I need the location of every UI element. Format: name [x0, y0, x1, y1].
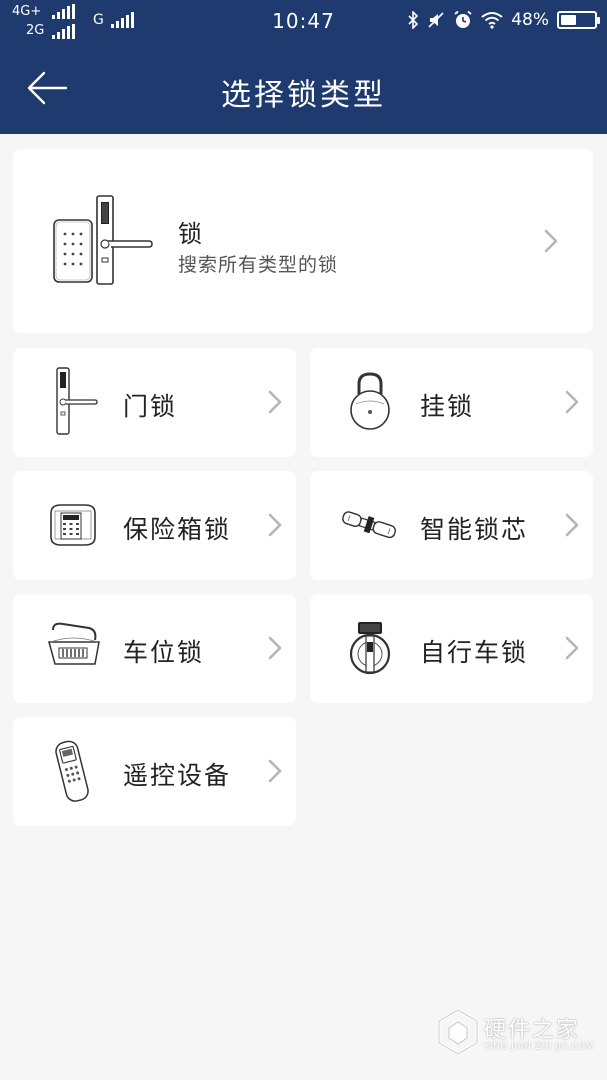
door-lock-icon: [56, 367, 98, 435]
safe-lock-icon: [50, 504, 96, 546]
category-bike-lock[interactable]: 自行车锁: [310, 594, 593, 703]
category-label: 智能锁芯: [420, 515, 529, 544]
watermark-text: 硬件之家: [484, 1018, 581, 1043]
chevron-right-icon: [565, 636, 579, 660]
category-lock-cylinder[interactable]: 智能锁芯: [310, 471, 593, 580]
battery-icon: [557, 11, 600, 29]
parking-lock-icon: [48, 622, 100, 665]
alarm-icon: [454, 10, 472, 28]
watermark-logo-icon: [437, 1008, 479, 1056]
chevron-right-icon: [544, 229, 558, 253]
lock-all-card[interactable]: 锁 搜索所有类型的锁: [13, 149, 593, 333]
category-label: 门锁: [123, 392, 178, 421]
category-label: 遥控设备: [123, 761, 232, 790]
bluetooth-icon: [408, 11, 419, 29]
category-door-lock[interactable]: 门锁: [13, 348, 296, 457]
category-label: 车位锁: [123, 638, 205, 667]
category-safe-lock[interactable]: 保险箱锁: [13, 471, 296, 580]
mute-icon: [428, 12, 444, 28]
door-lock-keypad-icon: [53, 195, 153, 285]
category-padlock[interactable]: 挂锁: [310, 348, 593, 457]
category-remote-control[interactable]: 遥控设备: [13, 717, 296, 826]
padlock-icon: [350, 372, 390, 430]
title-bar: 选择锁类型: [0, 40, 607, 134]
chevron-right-icon: [268, 390, 282, 414]
category-label: 自行车锁: [420, 638, 529, 667]
page-title: 选择锁类型: [221, 78, 386, 113]
status-bar: 4G+ 2G G 10:47 48%: [0, 0, 607, 40]
lock-all-subtitle: 搜索所有类型的锁: [178, 254, 339, 276]
chevron-right-icon: [268, 759, 282, 783]
app-header: 4G+ 2G G 10:47 48% 选择锁类型: [0, 0, 607, 134]
category-parking-lock[interactable]: 车位锁: [13, 594, 296, 703]
category-label: 挂锁: [420, 392, 475, 421]
lock-all-title: 锁: [178, 220, 202, 248]
bike-lock-icon: [349, 622, 391, 675]
chevron-right-icon: [268, 636, 282, 660]
watermark: 硬件之家 YING JIAN ZHI JIA.COM: [436, 1004, 596, 1060]
battery-fill: [561, 15, 576, 25]
watermark-subtext: YING JIAN ZHI JIA.COM: [484, 1042, 595, 1052]
remote-control-icon: [55, 740, 89, 802]
category-label: 保险箱锁: [123, 515, 232, 544]
chevron-right-icon: [268, 513, 282, 537]
lock-cylinder-icon: [342, 511, 396, 539]
status-icons: 48%: [407, 8, 600, 32]
battery-percent: 48%: [511, 10, 549, 30]
wifi-icon: [481, 12, 503, 29]
chevron-right-icon: [565, 390, 579, 414]
chevron-right-icon: [565, 513, 579, 537]
